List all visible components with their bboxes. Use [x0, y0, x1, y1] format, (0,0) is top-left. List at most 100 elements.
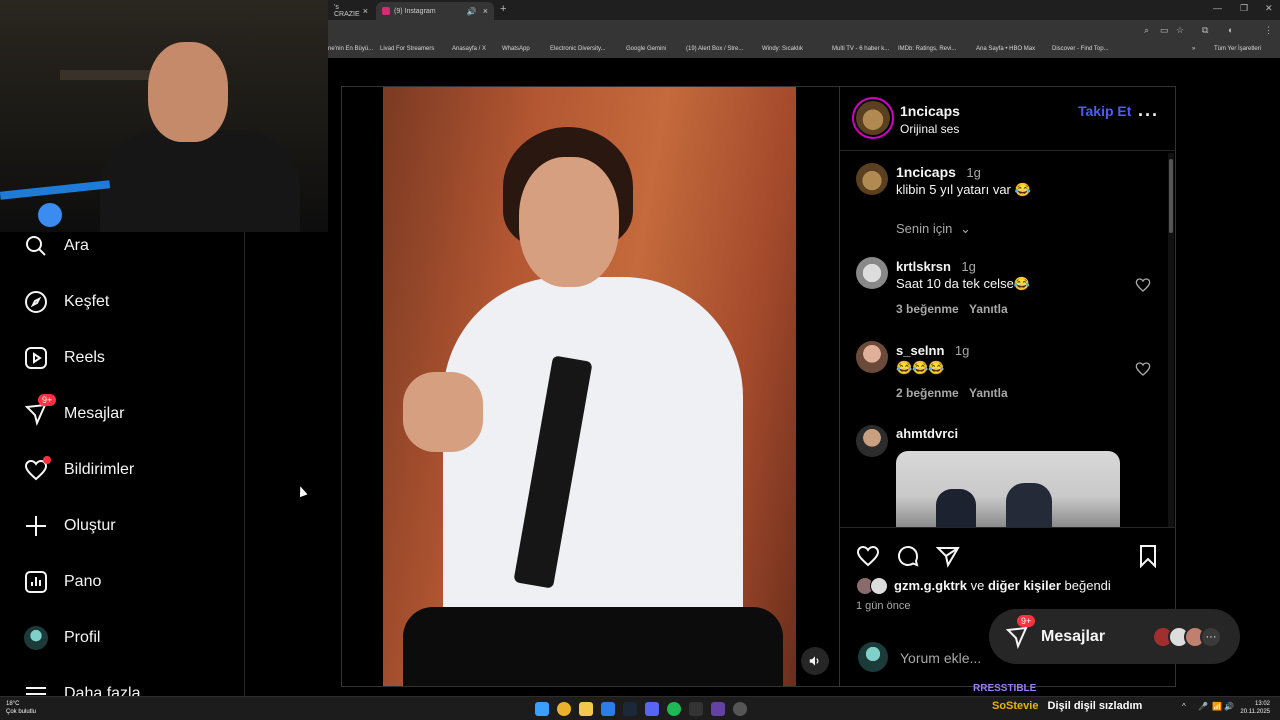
network-icon[interactable]: 📶 — [1212, 702, 1222, 711]
video-pants — [403, 607, 783, 686]
notification-badge: 9+ — [38, 394, 57, 406]
window-close-icon[interactable]: ✕ — [1265, 3, 1273, 14]
sidebar-item-label: Oluştur — [64, 517, 116, 534]
comment-likes[interactable]: 3 beğenme — [896, 302, 959, 316]
bookmark-star-icon[interactable]: ☆ — [1176, 25, 1184, 36]
new-tab-icon[interactable]: + — [500, 3, 506, 15]
bookmark-item[interactable]: Windy: Sıcaklık — [762, 46, 803, 52]
sidebar-item-mesajlar[interactable]: 9+ Mesajlar — [24, 394, 234, 434]
sidebar-item-kesfet[interactable]: Keşfet — [24, 282, 234, 322]
bookmark-item[interactable]: WhatsApp — [502, 46, 530, 52]
liked-by-username[interactable]: gzm.g.gktrk — [894, 578, 967, 593]
weather-widget[interactable]: 18°C Çok bulutlu — [6, 700, 36, 716]
liked-by-others[interactable]: diğer kişiler — [988, 578, 1061, 593]
comment-likes[interactable]: 2 beğenme — [896, 386, 959, 400]
reply-button[interactable]: Yanıtla — [969, 386, 1008, 400]
close-icon[interactable]: × — [483, 6, 488, 16]
sidebar-item-bildirimler[interactable]: Bildirimler — [24, 450, 234, 490]
comment-username[interactable]: krtlskrsn — [896, 259, 951, 274]
stream-chat-message: SoStevie Dişil dişil sızladım — [992, 700, 1142, 712]
bookmark-item[interactable]: IMDb: Ratings, Revi... — [898, 46, 956, 52]
sidebar-item-ara[interactable]: Ara — [24, 226, 234, 266]
comments-scrollbar[interactable] — [1168, 153, 1174, 527]
tray-chevron-icon[interactable]: ^ — [1182, 702, 1186, 711]
sidebar-item-label: Reels — [64, 349, 105, 366]
caption-avatar[interactable] — [856, 163, 888, 195]
follow-button[interactable]: Takip Et — [1078, 103, 1131, 119]
comment-gif-image[interactable] — [896, 451, 1120, 527]
browser-tab[interactable]: 's CRAZIE × — [328, 2, 374, 20]
cast-icon[interactable]: ▭ — [1160, 25, 1169, 36]
heart-icon — [24, 456, 51, 482]
bookmark-item[interactable]: Multi TV - 6 haber k... — [832, 46, 889, 52]
profile-icon[interactable]: ◐ — [1228, 25, 1233, 35]
bookmark-item[interactable]: Tüm Yer İşaretleri — [1214, 46, 1261, 52]
bookmark-item[interactable]: Ana Sayfa • HBO Max — [976, 46, 1035, 52]
bookmark-item[interactable]: (19) Alert Box / Stre... — [686, 46, 743, 52]
extensions-icon[interactable]: ⧉ — [1202, 25, 1208, 36]
comment-avatar[interactable] — [856, 257, 888, 289]
steam-icon[interactable] — [623, 702, 637, 716]
sort-dropdown[interactable]: Senin için ⌄ — [896, 221, 971, 237]
app-icon[interactable] — [601, 702, 615, 716]
sidebar-item-olustur[interactable]: Oluştur — [24, 506, 234, 546]
bookmark-item[interactable]: Discover - Find Top... — [1052, 46, 1109, 52]
comment-input[interactable]: Yorum ekle... — [900, 650, 981, 666]
app-icon[interactable] — [711, 702, 725, 716]
author-username[interactable]: 1ncicaps — [900, 103, 960, 119]
profile-avatar — [24, 626, 48, 650]
kebab-menu-icon[interactable]: ⋮ — [1264, 25, 1273, 36]
post-panel: 1ncicaps Orijinal ses Takip Et ··· 1ncic… — [840, 86, 1176, 687]
more-options-icon[interactable]: ··· — [1138, 105, 1159, 126]
mute-button[interactable] — [801, 647, 829, 675]
sidebar-item-reels[interactable]: Reels — [24, 338, 234, 378]
author-avatar[interactable] — [852, 97, 894, 139]
chrome-icon[interactable] — [557, 702, 571, 716]
instagram-favicon-icon — [382, 7, 390, 15]
spotify-icon[interactable] — [667, 702, 681, 716]
comment-avatar[interactable] — [856, 341, 888, 373]
zoom-icon[interactable]: ⌕ — [1144, 25, 1149, 36]
sidebar-item-pano[interactable]: Pano — [24, 562, 234, 602]
minimize-icon[interactable]: — — [1213, 3, 1222, 13]
comment-username[interactable]: s_selnn — [896, 343, 944, 358]
windows-start-icon[interactable] — [535, 702, 549, 716]
maximize-icon[interactable]: ❐ — [1240, 3, 1248, 14]
browser-tab-active[interactable]: (9) Instagram 🔊 × — [376, 2, 494, 20]
caption-username[interactable]: 1ncicaps — [896, 164, 956, 180]
volume-icon[interactable]: 🔊 — [1224, 702, 1234, 711]
app-icon[interactable] — [733, 702, 747, 716]
bookmark-item[interactable]: Anasayfa / X — [452, 46, 486, 52]
comment-avatar[interactable] — [856, 425, 888, 457]
clock[interactable]: 13:02 20.11.2025 — [1240, 700, 1270, 716]
audio-icon[interactable]: 🔊 — [467, 7, 477, 16]
mic-icon[interactable]: 🎤 — [1198, 702, 1208, 711]
discord-icon[interactable] — [645, 702, 659, 716]
bookmark-item[interactable]: ne'nin En Büyü... — [328, 46, 373, 52]
chevron-double-icon[interactable]: » — [1192, 46, 1195, 52]
scrollbar-thumb[interactable] — [1169, 159, 1173, 233]
reel-video[interactable] — [383, 87, 796, 686]
comment-icon[interactable] — [896, 544, 920, 568]
windows-taskbar: 18°C Çok bulutlu SoStevie Dişil dişil sı… — [0, 696, 1280, 720]
webcam-person-body — [100, 130, 300, 232]
audio-label[interactable]: Orijinal ses — [900, 122, 959, 136]
sidebar-item-profil[interactable]: Profil — [24, 618, 234, 658]
epic-games-icon[interactable] — [689, 702, 703, 716]
bookmark-item[interactable]: Electronic Diversity... — [550, 46, 606, 52]
clock-time: 13:02 — [1254, 701, 1270, 707]
save-bookmark-icon[interactable] — [1136, 544, 1160, 568]
like-comment-icon[interactable] — [1135, 361, 1151, 377]
like-icon[interactable] — [856, 544, 880, 568]
file-explorer-icon[interactable] — [579, 702, 593, 716]
bookmark-item[interactable]: Google Gemini — [626, 46, 666, 52]
liked-by-suffix: beğendi — [1060, 578, 1111, 593]
comment-username[interactable]: ahmtdvrci — [896, 426, 958, 441]
messages-pill[interactable]: 9+ Mesajlar ··· — [989, 609, 1240, 664]
sidebar-item-label: Ara — [64, 237, 89, 254]
close-icon[interactable]: × — [363, 6, 368, 16]
reply-button[interactable]: Yanıtla — [969, 302, 1008, 316]
like-comment-icon[interactable] — [1135, 277, 1151, 293]
share-icon[interactable] — [936, 544, 960, 568]
bookmark-item[interactable]: Livad For Streamers — [380, 46, 434, 52]
